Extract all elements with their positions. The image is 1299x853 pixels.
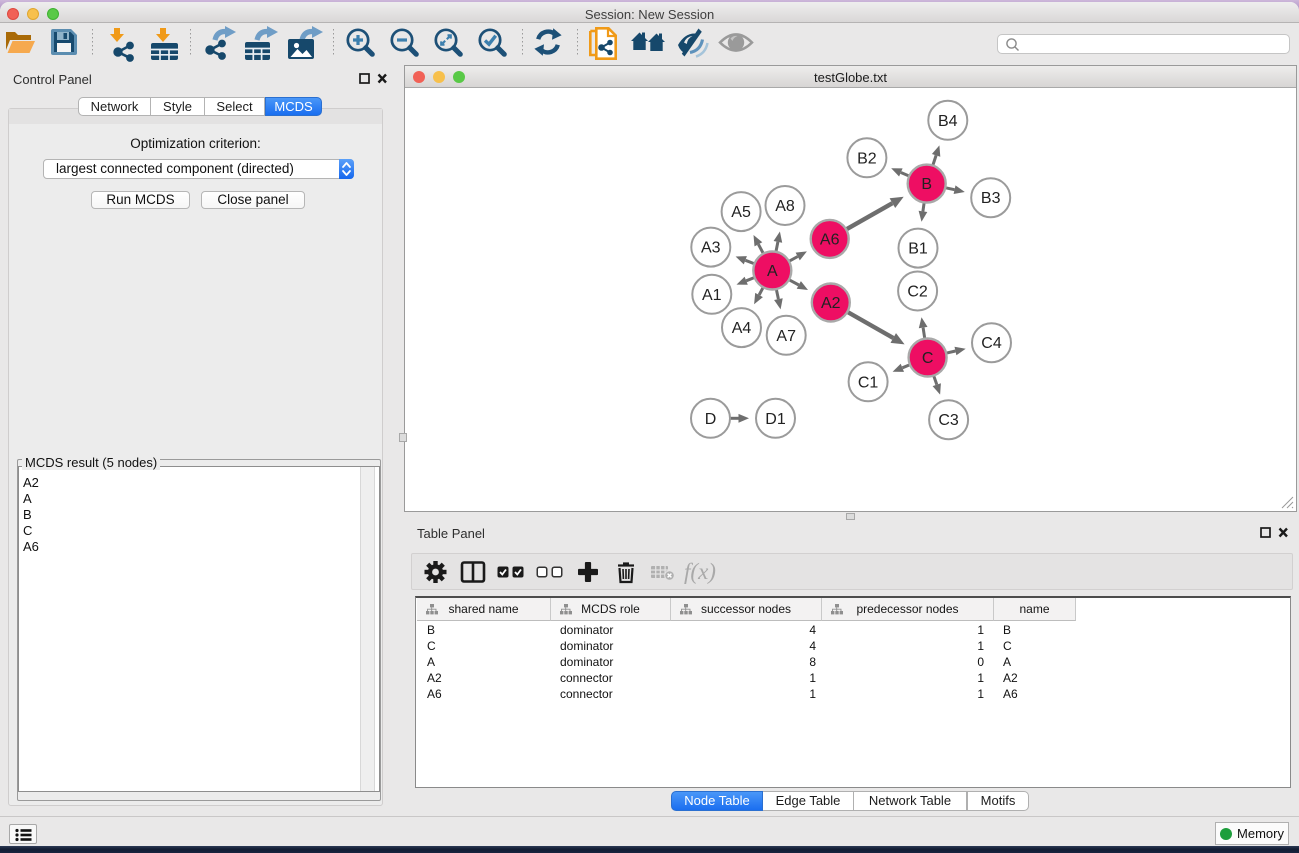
- svg-text:A: A: [767, 263, 778, 280]
- svg-text:A1: A1: [702, 287, 722, 304]
- svg-text:A3: A3: [701, 240, 721, 257]
- svg-text:A6: A6: [820, 231, 840, 248]
- svg-text:f(x): f(x): [684, 559, 716, 584]
- svg-text:B: B: [921, 176, 932, 193]
- svg-text:A2: A2: [821, 295, 841, 312]
- svg-text:A4: A4: [732, 320, 752, 337]
- svg-text:C1: C1: [858, 374, 879, 391]
- svg-text:B1: B1: [908, 241, 928, 258]
- svg-text:B3: B3: [981, 190, 1001, 207]
- svg-text:D: D: [705, 411, 717, 428]
- svg-text:C: C: [922, 350, 934, 367]
- svg-text:C2: C2: [907, 284, 928, 301]
- svg-text:A5: A5: [731, 204, 751, 221]
- svg-text:C4: C4: [981, 335, 1002, 352]
- svg-text:A8: A8: [775, 198, 795, 215]
- svg-text:A7: A7: [776, 328, 796, 345]
- svg-text:C3: C3: [938, 412, 959, 429]
- svg-text:B4: B4: [938, 113, 958, 130]
- svg-text:B2: B2: [857, 150, 877, 167]
- svg-text:D1: D1: [765, 411, 786, 428]
